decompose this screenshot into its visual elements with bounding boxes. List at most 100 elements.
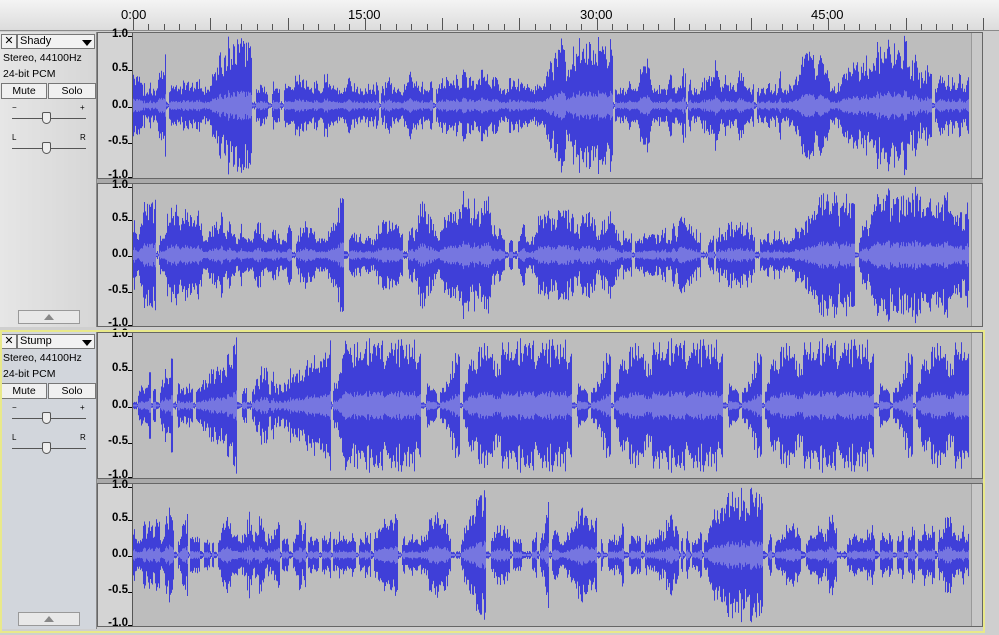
ruler-tick (689, 24, 690, 30)
pan-left-label: L (12, 433, 17, 442)
ruler-tick (844, 24, 845, 30)
ruler-tick (303, 24, 304, 30)
ruler-tick (519, 18, 520, 30)
ruler-tick (627, 24, 628, 30)
ruler-tick (967, 24, 968, 30)
audio-channel[interactable]: 1.0 0.5 0.0 -0.5 -1.0 (97, 328, 983, 481)
channel-end-cap (971, 33, 982, 178)
ruler-tick (457, 24, 458, 30)
ruler-tick (736, 24, 737, 30)
amplitude-scale: 1.0 0.5 0.0 -0.5 -1.0 (98, 328, 133, 481)
ruler-tick (133, 18, 134, 30)
ruler-tick (442, 18, 443, 30)
pan-slider[interactable] (12, 142, 86, 154)
amplitude-label: -0.5 (108, 135, 128, 147)
amplitude-label: 0.5 (112, 212, 128, 224)
track-name-menu[interactable]: Stump (17, 334, 95, 349)
track-name-menu[interactable]: Shady (17, 34, 95, 49)
amplitude-label: 0.0 (112, 99, 128, 111)
ruler-tick (396, 24, 397, 30)
mute-button[interactable]: Mute (1, 83, 47, 99)
gain-slider-thumb[interactable] (42, 412, 51, 424)
gain-slider-thumb[interactable] (42, 112, 51, 124)
pan-slider[interactable] (12, 442, 86, 454)
gain-slider[interactable] (12, 112, 86, 124)
channel-end-cap (971, 333, 982, 478)
amplitude-label: 0.5 (112, 62, 128, 74)
ruler-tick (643, 24, 644, 30)
pan-slider-thumb[interactable] (42, 142, 51, 154)
track-format: Stereo, 44100Hz (3, 52, 82, 64)
waveform[interactable] (133, 484, 972, 626)
ruler-tick (318, 24, 319, 30)
close-icon[interactable]: ✕ (1, 34, 17, 49)
amplitude-label: -0.5 (108, 584, 128, 596)
solo-button[interactable]: Solo (48, 383, 96, 399)
ruler-tick (921, 24, 922, 30)
ruler-tick (334, 24, 335, 30)
ruler-tick (813, 24, 814, 30)
ruler-tick (983, 18, 984, 30)
amplitude-scale: 1.0 0.5 0.0 -0.5 -1.0 (98, 28, 133, 181)
amplitude-label: 0.5 (112, 362, 128, 374)
gain-slider[interactable] (12, 412, 86, 424)
ruler-tick (427, 24, 428, 30)
amplitude-label: 0.5 (112, 512, 128, 524)
amplitude-label: -1.0 (108, 617, 128, 629)
timeline-ruler[interactable]: 0:00 15:00 30:00 45:00 (0, 0, 999, 31)
ruler-tick (566, 24, 567, 30)
chevron-down-icon (82, 40, 92, 46)
ruler-tick (612, 24, 613, 30)
audio-channel[interactable]: 1.0 0.5 0.0 -0.5 -1.0 (97, 179, 983, 329)
ruler-tick (241, 24, 242, 30)
ruler-tick (751, 18, 752, 30)
ruler-tick (288, 18, 289, 30)
audio-track-stump[interactable]: ✕ Stump Stereo, 44100Hz 24-bit PCM Mute … (0, 328, 986, 629)
chevron-down-icon (82, 340, 92, 346)
waveform[interactable] (133, 33, 972, 178)
ruler-tick (473, 24, 474, 30)
gain-minus-label: − (12, 103, 17, 112)
ruler-tick (797, 24, 798, 30)
ruler-tick (952, 24, 953, 30)
track-name: Shady (20, 35, 52, 47)
ruler-tick (597, 18, 598, 30)
audio-channel[interactable]: 1.0 0.5 0.0 -0.5 -1.0 (97, 479, 983, 629)
ruler-tick (658, 24, 659, 30)
ruler-tick (272, 24, 273, 30)
pan-right-label: R (80, 133, 86, 142)
mute-button[interactable]: Mute (1, 383, 47, 399)
ruler-tick (411, 24, 412, 30)
audio-track-shady[interactable]: ✕ Shady Stereo, 44100Hz 24-bit PCM Mute … (0, 28, 986, 329)
waveform[interactable] (133, 184, 972, 326)
ruler-tick (581, 24, 582, 30)
pan-right-label: R (80, 433, 86, 442)
amplitude-scale: 1.0 0.5 0.0 -0.5 -1.0 (98, 479, 133, 629)
pan-slider-thumb[interactable] (42, 442, 51, 454)
amplitude-label: 1.0 (112, 328, 128, 340)
close-icon[interactable]: ✕ (1, 334, 17, 349)
ruler-tick (226, 24, 227, 30)
track-bitdepth: 24-bit PCM (3, 68, 56, 80)
ruler-tick (210, 18, 211, 30)
track-name: Stump (20, 335, 52, 347)
amplitude-label: -0.5 (108, 284, 128, 296)
collapse-arrow-icon[interactable] (18, 310, 80, 324)
ruler-tick (365, 18, 366, 30)
ruler-tick (179, 24, 180, 30)
ruler-tick (906, 18, 907, 30)
audio-channel[interactable]: 1.0 0.5 0.0 -0.5 -1.0 (97, 28, 983, 181)
collapse-arrow-icon[interactable] (18, 612, 80, 626)
track-control-panel: ✕ Stump Stereo, 44100Hz 24-bit PCM Mute … (0, 332, 97, 629)
amplitude-label: 0.0 (112, 399, 128, 411)
waveform[interactable] (133, 333, 972, 478)
amplitude-label: 1.0 (112, 479, 128, 491)
track-control-panel: ✕ Shady Stereo, 44100Hz 24-bit PCM Mute … (0, 32, 97, 327)
channel-end-cap (971, 184, 982, 326)
ruler-tick (550, 24, 551, 30)
amplitude-label: 1.0 (112, 179, 128, 191)
ruler-tick (257, 24, 258, 30)
ruler-tick (859, 24, 860, 30)
gain-plus-label: + (80, 103, 85, 112)
solo-button[interactable]: Solo (48, 83, 96, 99)
